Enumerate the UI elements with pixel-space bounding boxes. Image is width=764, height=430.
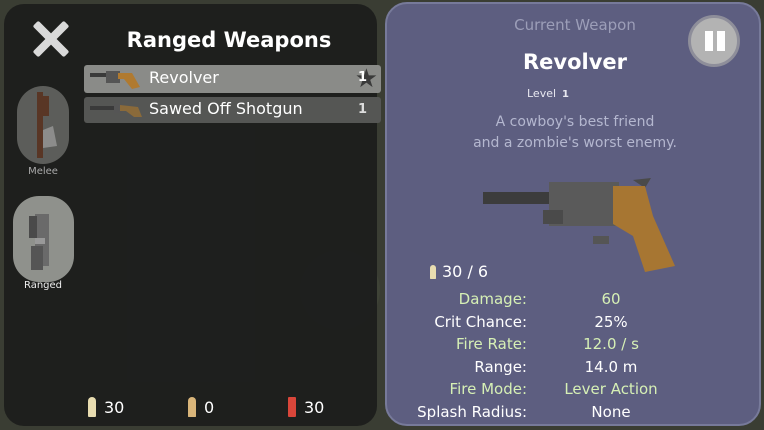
stats-table: Damage: 60 Crit Chance: 25% Fire Rate: 1… bbox=[387, 290, 763, 426]
stat-value: 12.0 / s bbox=[583, 335, 639, 354]
stat-label: Fire Mode: bbox=[449, 380, 527, 399]
weapon-list-panel: Ranged Weapons Melee Ranged Revolver ★ 1 bbox=[4, 4, 381, 426]
weapon-description: A cowboy's best friend and a zombie's wo… bbox=[387, 112, 763, 154]
stat-value: 14.0 m bbox=[584, 357, 638, 376]
stat-row: Damage: 60 bbox=[387, 290, 763, 313]
weapon-level: 1 bbox=[357, 102, 367, 117]
stat-row: Splash Radius: None bbox=[387, 403, 763, 426]
stat-value: 25% bbox=[594, 312, 628, 331]
revolver-icon bbox=[483, 178, 675, 272]
weapon-level: 1 bbox=[357, 70, 367, 85]
ammo-counter-light: 30 bbox=[88, 397, 124, 417]
weapon-row-sawed-off-shotgun[interactable]: Sawed Off Shotgun 1 bbox=[84, 97, 381, 123]
stat-label: Fire Rate: bbox=[456, 335, 527, 354]
stat-value: None bbox=[591, 402, 631, 421]
shell-icon bbox=[288, 397, 296, 417]
bullet-icon bbox=[188, 397, 196, 417]
stat-label: Range: bbox=[474, 357, 527, 376]
category-ranged-button[interactable] bbox=[13, 196, 74, 282]
ammo-count: 0 bbox=[204, 397, 215, 417]
stat-value: 60 bbox=[601, 290, 621, 308]
ammo-count: 30 bbox=[304, 397, 325, 417]
panel-title: Ranged Weapons bbox=[126, 28, 332, 52]
weapon-title: Revolver bbox=[522, 50, 627, 74]
level-label: Level bbox=[527, 87, 557, 100]
category-melee-label: Melee bbox=[28, 166, 58, 177]
description-line: and a zombie's worst enemy. bbox=[473, 135, 677, 151]
bullet-icon bbox=[88, 397, 96, 417]
description-line: A cowboy's best friend bbox=[495, 114, 655, 130]
pistol-icon bbox=[29, 214, 49, 270]
weapon-name: Sawed Off Shotgun bbox=[149, 99, 303, 118]
stat-label: Splash Radius: bbox=[417, 402, 527, 421]
bullet-icon bbox=[430, 264, 436, 279]
stat-row: Fire Rate: 12.0 / s bbox=[387, 335, 763, 358]
ammo-counter-shell: 30 bbox=[288, 397, 324, 417]
stat-row: Fire Mode: Lever Action bbox=[387, 380, 763, 403]
close-icon[interactable] bbox=[32, 20, 70, 58]
weapon-detail-panel: Current Weapon Revolver Level 1 A cowboy'… bbox=[385, 2, 761, 426]
shotgun-icon bbox=[90, 104, 142, 117]
stat-value: Lever Action bbox=[564, 380, 658, 399]
stat-row: Crit Chance: 25% bbox=[387, 313, 763, 336]
axe-icon bbox=[37, 92, 57, 158]
ammo-count: 30 bbox=[104, 397, 125, 417]
ammo-counter-medium: 0 bbox=[188, 397, 214, 417]
stat-label: Crit Chance: bbox=[434, 312, 527, 331]
weapon-row-revolver[interactable]: Revolver ★ 1 bbox=[84, 65, 381, 93]
category-ranged-label: Ranged bbox=[23, 280, 63, 291]
revolver-icon bbox=[90, 71, 140, 89]
weapon-level-label: Level 1 bbox=[527, 87, 569, 100]
weapon-name: Revolver bbox=[149, 68, 219, 87]
level-value: 1 bbox=[562, 89, 570, 100]
stat-label: Damage: bbox=[458, 290, 527, 308]
ammo-count: 30 / 6 bbox=[442, 262, 489, 281]
weapon-ammo: 30 / 6 bbox=[430, 262, 488, 281]
category-melee-button[interactable] bbox=[17, 86, 69, 164]
stat-row: Range: 14.0 m bbox=[387, 358, 763, 381]
